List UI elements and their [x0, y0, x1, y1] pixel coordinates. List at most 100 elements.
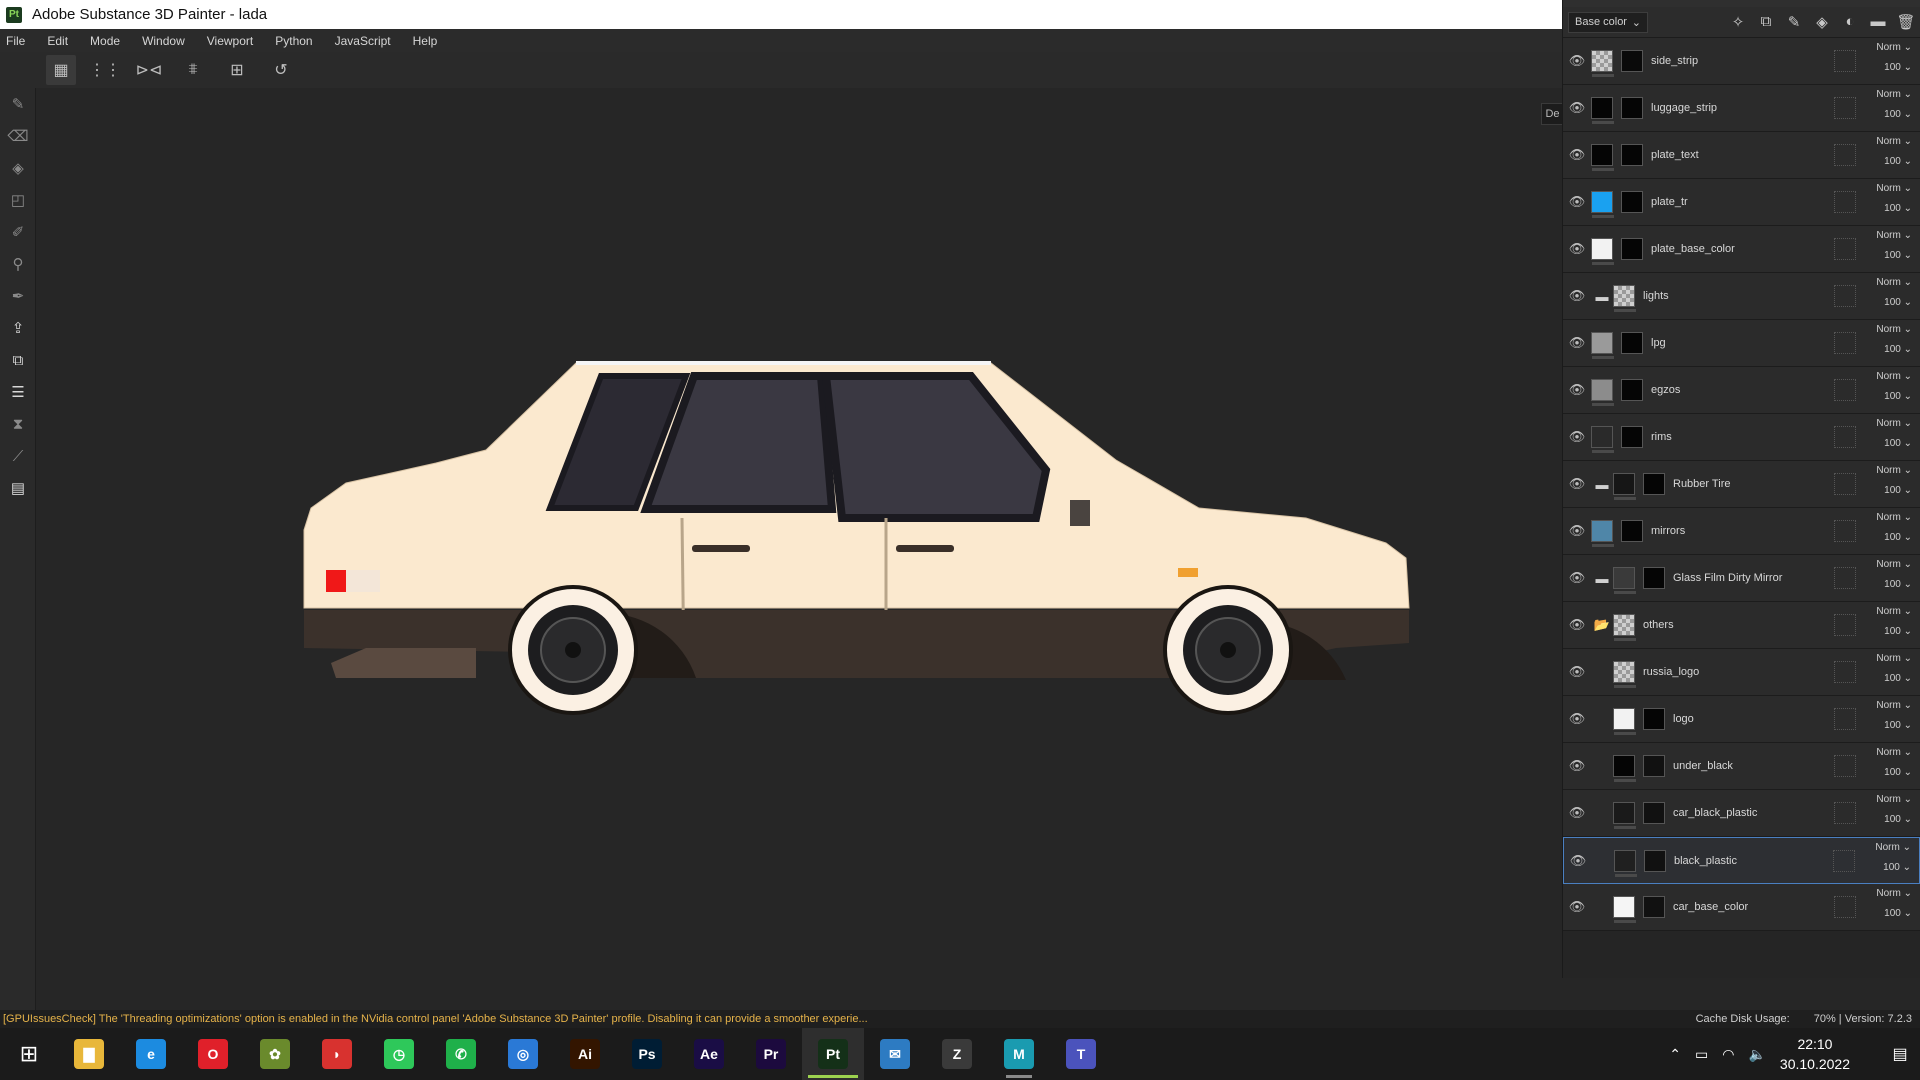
layer-mask-thumbnail[interactable] — [1621, 520, 1643, 542]
folder-icon[interactable]: ▬ — [1864, 13, 1892, 31]
taskbar-edge[interactable]: e — [120, 1028, 182, 1080]
taskbar-maya[interactable]: M — [988, 1028, 1050, 1080]
clone-stamp-icon[interactable]: ⚲ — [0, 248, 36, 280]
blend-mode-dropdown[interactable]: Norm ⌄ — [1852, 559, 1912, 570]
opacity-field[interactable]: 100 ⌄ — [1852, 250, 1912, 261]
blend-mode-dropdown[interactable]: Norm ⌄ — [1852, 230, 1912, 241]
menu-python[interactable]: Python — [275, 34, 312, 48]
dots-grid-icon[interactable]: ⋮⋮ — [89, 55, 121, 85]
taskbar-fruit-app[interactable]: ✿ — [244, 1028, 306, 1080]
measure-icon[interactable]: ⟋ — [0, 440, 36, 472]
eraser-icon[interactable]: ⌫ — [0, 120, 36, 152]
blend-mode-dropdown[interactable]: Norm ⌄ — [1852, 418, 1912, 429]
history-icon[interactable]: ↺ — [266, 55, 296, 85]
blend-mode-dropdown[interactable]: Norm ⌄ — [1852, 324, 1912, 335]
eye-icon[interactable]: 👁 — [1563, 476, 1591, 492]
menu-edit[interactable]: Edit — [47, 34, 68, 48]
layer-thumbnail[interactable] — [1613, 473, 1636, 500]
layer-thumbnail[interactable] — [1613, 802, 1636, 829]
color-picker-icon[interactable]: ✒ — [0, 280, 36, 312]
viewport-side-tab[interactable]: De — [1541, 103, 1563, 125]
eye-icon[interactable]: 👁 — [1563, 382, 1591, 398]
blend-mode-dropdown[interactable]: Norm ⌄ — [1852, 183, 1912, 194]
folder-icon[interactable]: ▬ — [1591, 477, 1613, 492]
layer-thumbnail[interactable] — [1591, 520, 1614, 547]
car-model[interactable] — [36, 88, 1562, 1010]
layer-row[interactable]: 👁 ▬ Rubber Tire Norm ⌄ 100 ⌄ — [1563, 461, 1920, 508]
layer-thumbnail[interactable] — [1613, 614, 1636, 641]
blend-mode-dropdown[interactable]: Norm ⌄ — [1852, 606, 1912, 617]
blend-mode-dropdown[interactable]: Norm ⌄ — [1852, 89, 1912, 100]
eye-icon[interactable]: 👁 — [1563, 711, 1591, 727]
layer-thumbnail[interactable] — [1591, 144, 1614, 171]
opacity-field[interactable]: 100 ⌄ — [1851, 862, 1911, 873]
eye-icon[interactable]: 👁 — [1563, 617, 1591, 633]
layer-mask-thumbnail[interactable] — [1643, 802, 1665, 824]
document-icon[interactable]: ▤ — [0, 472, 36, 504]
layer-mask-thumbnail[interactable] — [1643, 473, 1665, 495]
opacity-field[interactable]: 100 ⌄ — [1852, 532, 1912, 543]
taskbar-substance-painter[interactable]: Pt — [802, 1028, 864, 1080]
eye-icon[interactable]: 👁 — [1563, 241, 1591, 257]
layer-thumbnail[interactable] — [1613, 896, 1636, 923]
layer-mask-thumbnail[interactable] — [1644, 849, 1666, 872]
opacity-field[interactable]: 100 ⌄ — [1852, 156, 1912, 167]
blend-mode-dropdown[interactable]: Norm ⌄ — [1852, 371, 1912, 382]
layer-row[interactable]: 👁 logo Norm ⌄ 100 ⌄ — [1563, 696, 1920, 743]
windows-start-icon[interactable]: ⊞ — [0, 1028, 58, 1080]
menu-javascript[interactable]: JavaScript — [335, 34, 391, 48]
projection-icon[interactable]: ◈ — [0, 152, 36, 184]
smudge-icon[interactable]: ✐ — [0, 216, 36, 248]
layer-row[interactable]: 👁 car_black_plastic Norm ⌄ 100 ⌄ — [1563, 790, 1920, 837]
magic-wand-icon[interactable]: ✧ — [1724, 13, 1752, 31]
eye-icon[interactable]: 👁 — [1563, 288, 1591, 304]
taskbar-after-effects[interactable]: Ae — [678, 1028, 740, 1080]
blend-mode-dropdown[interactable]: Norm ⌄ — [1852, 747, 1912, 758]
fill-icon[interactable]: ◈ — [1808, 13, 1836, 31]
channel-dropdown[interactable]: Base color ⌄ — [1568, 11, 1648, 33]
clock[interactable]: 22:10 30.10.2022 — [1780, 1034, 1850, 1074]
taskbar-file-explorer[interactable]: ▇ — [58, 1028, 120, 1080]
menu-window[interactable]: Window — [142, 34, 185, 48]
layer-mask-thumbnail[interactable] — [1621, 379, 1643, 401]
folder-icon[interactable]: ▬ — [1591, 289, 1613, 304]
brush-icon[interactable]: ✎ — [1780, 13, 1808, 31]
blend-mode-dropdown[interactable]: Norm ⌄ — [1852, 136, 1912, 147]
folder-icon[interactable]: 📂 — [1591, 617, 1613, 633]
bake-icon[interactable]: ⧉ — [0, 344, 36, 376]
polygon-fill-icon[interactable]: ◰ — [0, 184, 36, 216]
status-warning[interactable]: [GPUIssuesCheck] The 'Threading optimiza… — [3, 1013, 868, 1025]
taskbar-browser-blue[interactable]: ◎ — [492, 1028, 554, 1080]
opacity-field[interactable]: 100 ⌄ — [1852, 485, 1912, 496]
taskbar-photoshop[interactable]: Ps — [616, 1028, 678, 1080]
menu-mode[interactable]: Mode — [90, 34, 120, 48]
taskbar-premiere[interactable]: Pr — [740, 1028, 802, 1080]
layer-thumbnail[interactable] — [1591, 191, 1614, 218]
effect-icon[interactable]: ◐ — [1836, 13, 1864, 31]
blend-mode-dropdown[interactable]: Norm ⌄ — [1852, 512, 1912, 523]
blend-mode-dropdown[interactable]: Norm ⌄ — [1852, 277, 1912, 288]
layer-thumbnail[interactable] — [1613, 708, 1636, 735]
layer-thumbnail[interactable] — [1613, 661, 1636, 688]
layer-mask-thumbnail[interactable] — [1643, 755, 1665, 777]
taskbar-whatsapp[interactable]: ✆ — [430, 1028, 492, 1080]
opacity-field[interactable]: 100 ⌄ — [1852, 673, 1912, 684]
layer-row[interactable]: 👁 ▬ lights Norm ⌄ 100 ⌄ — [1563, 273, 1920, 320]
layer-row[interactable]: 👁 ▬ Glass Film Dirty Mirror Norm ⌄ 100 ⌄ — [1563, 555, 1920, 602]
folder-icon[interactable]: ▬ — [1591, 571, 1613, 586]
opacity-field[interactable]: 100 ⌄ — [1852, 767, 1912, 778]
layer-mask-thumbnail[interactable] — [1621, 332, 1643, 354]
eye-icon[interactable]: 👁 — [1563, 664, 1591, 680]
layer-row[interactable]: 👁 rims Norm ⌄ 100 ⌄ — [1563, 414, 1920, 461]
layer-thumbnail[interactable] — [1591, 238, 1614, 265]
taskbar-red-app[interactable]: ◗ — [306, 1028, 368, 1080]
hourglass-icon[interactable]: ⧗ — [0, 408, 36, 440]
taskbar-teams[interactable]: T — [1050, 1028, 1112, 1080]
layers-stack-icon[interactable]: ☰ — [0, 376, 36, 408]
opacity-field[interactable]: 100 ⌄ — [1852, 109, 1912, 120]
layer-row[interactable]: 👁 📂 others Norm ⌄ 100 ⌄ — [1563, 602, 1920, 649]
layer-thumbnail[interactable] — [1613, 285, 1636, 312]
taskbar-mail[interactable]: ✉ — [864, 1028, 926, 1080]
layer-thumbnail[interactable] — [1591, 97, 1614, 124]
opacity-field[interactable]: 100 ⌄ — [1852, 297, 1912, 308]
